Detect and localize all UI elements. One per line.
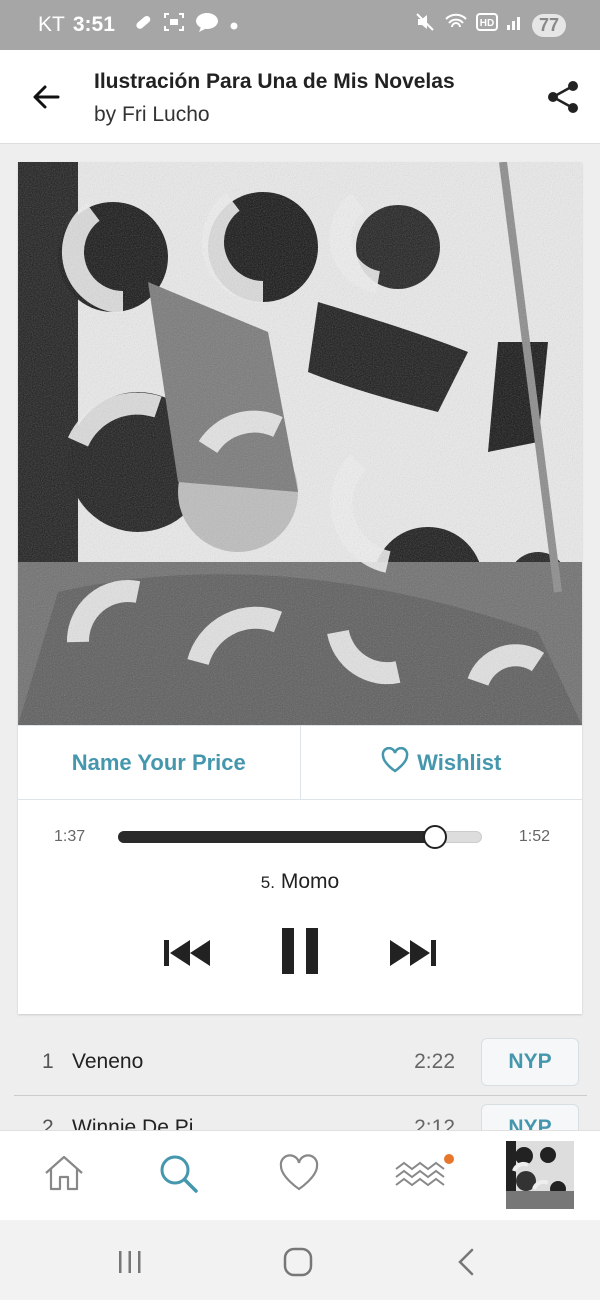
search-icon[interactable] [154, 1149, 202, 1197]
name-your-price-label: Name Your Price [71, 749, 246, 775]
album-title: Ilustración Para Una de Mis Novelas [94, 70, 455, 93]
track-duration: 2:12 [414, 1116, 455, 1130]
system-navigation-bar [0, 1220, 600, 1300]
dot-icon [229, 13, 239, 37]
name-your-price-button[interactable]: Name Your Price [18, 726, 300, 799]
track-nyp-button[interactable]: NYP [481, 1038, 579, 1086]
track-list: 1 Veneno 2:22 NYP 2 Winnie De Pi 2:12 NY… [14, 1030, 587, 1130]
mute-icon [414, 11, 436, 39]
current-time: 1:37 [54, 828, 86, 845]
album-actions: Name Your Price Wishlist [18, 725, 582, 800]
signal-icon [506, 13, 524, 37]
track-duration: 2:22 [414, 1050, 455, 1073]
artist-name[interactable]: by Fri Lucho [94, 103, 210, 127]
track-row[interactable]: 1 Veneno 2:22 NYP [14, 1030, 587, 1096]
now-playing-name: Momo [280, 870, 340, 893]
wifi-icon [444, 12, 468, 38]
pause-icon[interactable] [280, 926, 320, 981]
now-playing-thumbnail[interactable] [506, 1141, 574, 1209]
now-playing-title: 5. Momo [18, 870, 582, 894]
progress-thumb[interactable] [422, 825, 447, 849]
album-card: Name Your Price Wishlist 1:37 1:52 5. Mo… [18, 162, 582, 1014]
battery-indicator: 77 [531, 13, 566, 37]
progress-fill [118, 831, 435, 843]
recent-apps-icon[interactable] [116, 1248, 144, 1281]
track-nyp-button[interactable]: NYP [481, 1104, 579, 1130]
screen-capture-icon [163, 12, 185, 38]
hd-icon: HD [475, 13, 498, 37]
back-button-icon[interactable] [452, 1247, 480, 1282]
clock: 3:51 [72, 13, 115, 36]
talk-icon [195, 12, 219, 38]
status-bar: KT 3:51 HD 77 [0, 0, 600, 50]
track-title: Winnie De Pi [72, 1116, 194, 1130]
svg-text:HD: HD [480, 18, 494, 29]
home-icon[interactable] [40, 1149, 88, 1197]
progress-slider[interactable] [118, 825, 482, 849]
heart-outline-icon [381, 746, 409, 779]
track-number: 2 [42, 1116, 54, 1130]
audio-player: 1:37 1:52 5. Momo [18, 800, 582, 1014]
playback-controls [18, 926, 582, 982]
link-icon [133, 12, 153, 38]
next-track-icon[interactable] [388, 938, 438, 973]
track-row[interactable]: 2 Winnie De Pi 2:12 NYP [14, 1096, 587, 1130]
total-time: 1:52 [518, 828, 550, 845]
app-header: Ilustración Para Una de Mis Novelas by F… [0, 50, 600, 144]
heart-icon[interactable] [275, 1149, 323, 1197]
wishlist-button[interactable]: Wishlist [299, 726, 583, 799]
carrier-label: KT [38, 13, 65, 36]
bottom-navigation [0, 1130, 600, 1220]
back-arrow-icon[interactable] [28, 78, 66, 116]
track-title: Veneno [72, 1050, 144, 1073]
wishlist-label: Wishlist [417, 749, 502, 775]
track-number: 1 [42, 1050, 54, 1073]
album-artwork [18, 162, 582, 725]
home-button-icon[interactable] [282, 1247, 314, 1282]
previous-track-icon[interactable] [162, 938, 212, 973]
now-playing-number: 5. [260, 873, 275, 892]
share-icon[interactable] [544, 78, 582, 116]
feed-icon[interactable] [394, 1149, 454, 1197]
